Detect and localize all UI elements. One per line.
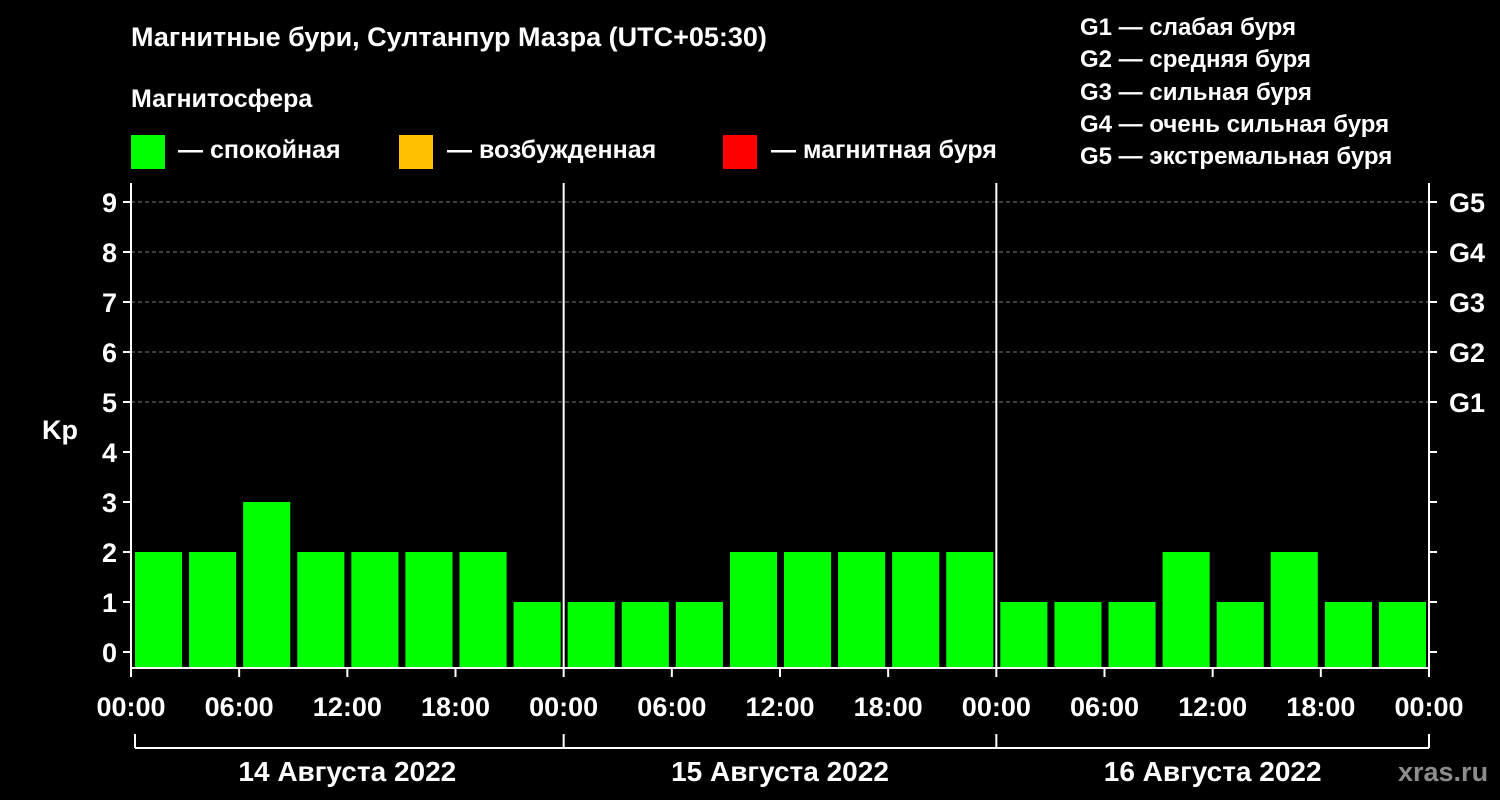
x-tick-label: 06:00 bbox=[637, 692, 706, 722]
kp-bar bbox=[1270, 552, 1318, 668]
g-level-label: G1 bbox=[1449, 388, 1485, 418]
kp-bar bbox=[405, 552, 453, 668]
g-level-label: G2 bbox=[1449, 338, 1485, 368]
y-tick-label: 2 bbox=[102, 538, 117, 568]
kp-bar bbox=[1324, 602, 1372, 668]
kp-bar bbox=[189, 552, 237, 668]
y-axis-label: Kp bbox=[42, 415, 78, 445]
y-tick-label: 7 bbox=[102, 288, 117, 318]
x-tick-label: 06:00 bbox=[1070, 692, 1139, 722]
y-tick-label: 8 bbox=[102, 238, 117, 268]
y-tick-label: 6 bbox=[102, 338, 117, 368]
kp-bar bbox=[513, 602, 561, 668]
kp-bar bbox=[729, 552, 777, 668]
x-tick-label: 12:00 bbox=[1178, 692, 1247, 722]
axis-labels: 0 1 2 3 4 5 6 7 8 9 G1 G2 G3 G4 G5 00:00 06:00 12:00 18:00… bbox=[96, 188, 1485, 787]
g-level-label: G5 bbox=[1449, 188, 1485, 218]
kp-bar bbox=[459, 552, 507, 668]
kp-bar bbox=[351, 552, 399, 668]
watermark: xras.ru bbox=[1398, 757, 1488, 787]
y-tick-label: 9 bbox=[102, 188, 117, 218]
kp-bar bbox=[675, 602, 723, 668]
x-tick-label: 12:00 bbox=[313, 692, 382, 722]
y-tick-label: 5 bbox=[102, 388, 117, 418]
x-tick-label: 00:00 bbox=[1394, 692, 1463, 722]
x-tick-label: 06:00 bbox=[205, 692, 274, 722]
x-tick-label: 18:00 bbox=[1286, 692, 1355, 722]
kp-bar bbox=[1054, 602, 1102, 668]
kp-bar bbox=[1378, 602, 1426, 668]
kp-bar bbox=[1162, 552, 1210, 668]
day-label: 16 Августа 2022 bbox=[1104, 756, 1322, 787]
kp-bar bbox=[135, 552, 183, 668]
kp-bar bbox=[621, 602, 669, 668]
kp-bar bbox=[1216, 602, 1264, 668]
kp-bar bbox=[784, 552, 832, 668]
x-tick-label: 00:00 bbox=[962, 692, 1031, 722]
y-tick-label: 3 bbox=[102, 488, 117, 518]
g-level-label: G4 bbox=[1449, 238, 1485, 268]
grid-lines bbox=[131, 201, 1429, 403]
x-tick-label: 18:00 bbox=[421, 692, 490, 722]
kp-bar-chart: 0 1 2 3 4 5 6 7 8 9 G1 G2 G3 G4 G5 00:00 06:00 12:00 18:00… bbox=[42, 183, 1488, 787]
kp-bar bbox=[946, 552, 994, 668]
day-label: 15 Августа 2022 bbox=[671, 756, 889, 787]
kp-bars bbox=[135, 502, 1426, 668]
kp-bar bbox=[1108, 602, 1156, 668]
kp-bar bbox=[567, 602, 615, 668]
day-label: 14 Августа 2022 bbox=[238, 756, 456, 787]
kp-bar bbox=[1000, 602, 1048, 668]
y-tick-label: 4 bbox=[102, 438, 117, 468]
kp-bar bbox=[838, 552, 886, 668]
kp-bar bbox=[243, 502, 291, 668]
x-tick-label: 00:00 bbox=[529, 692, 598, 722]
x-tick-label: 00:00 bbox=[96, 692, 165, 722]
x-tick-label: 12:00 bbox=[745, 692, 814, 722]
x-tick-label: 18:00 bbox=[854, 692, 923, 722]
y-tick-label: 1 bbox=[102, 588, 117, 618]
kp-bar bbox=[892, 552, 940, 668]
kp-bar bbox=[297, 552, 345, 668]
y-tick-label: 0 bbox=[102, 638, 117, 668]
g-level-label: G3 bbox=[1449, 288, 1485, 318]
